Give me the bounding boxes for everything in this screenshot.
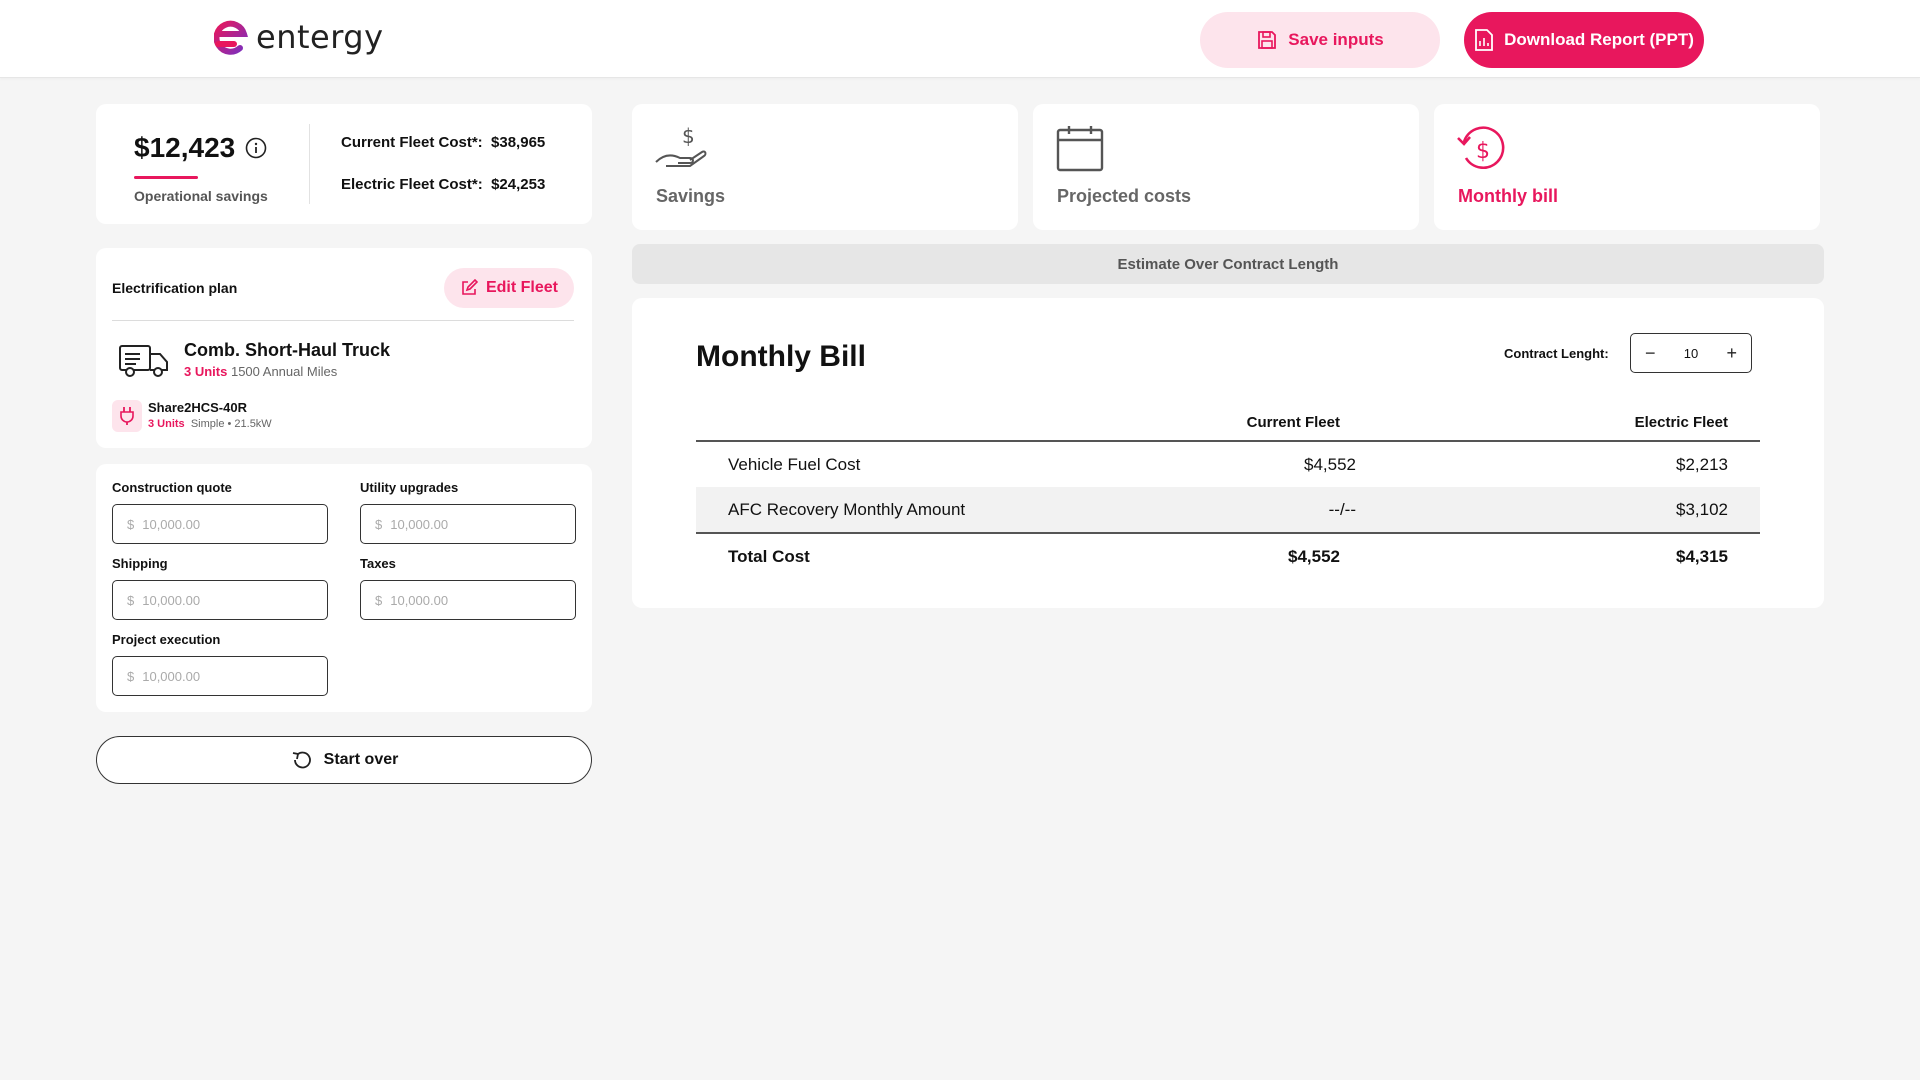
tab-projected-costs-label: Projected costs — [1057, 186, 1192, 206]
utility-upgrades-label: Utility upgrades — [360, 480, 459, 495]
download-report-label: Download Report (PPT) — [1504, 30, 1694, 49]
project-execution-placeholder: 10,000.00 — [142, 668, 201, 684]
tab-projected-costs[interactable]: Projected costs — [1033, 104, 1419, 230]
charger-name: Share2HCS-40R — [148, 400, 247, 415]
contract-length-label: Contract Lenght: — [1504, 346, 1609, 361]
taxes-input[interactable]: $ 10,000.00 — [360, 580, 576, 620]
currency-prefix: $ — [127, 516, 135, 532]
report-icon — [1475, 29, 1493, 51]
svg-text:$: $ — [1476, 139, 1490, 164]
table-total-row: Total Cost $4,552 $4,315 — [696, 534, 1760, 579]
currency-prefix: $ — [127, 592, 135, 608]
project-execution-label: Project execution — [112, 632, 221, 647]
savings-amount-value: $12,423 — [134, 132, 236, 163]
hand-dollar-icon: $ — [655, 124, 707, 167]
currency-prefix: $ — [127, 668, 135, 684]
vehicle-miles: 1500 Annual Miles — [230, 364, 338, 379]
top-header: entergy Save inputs Download Report (PPT… — [0, 0, 1920, 78]
vehicle-details: 3 Units 1500 Annual Miles — [184, 364, 337, 379]
shipping-label: Shipping — [112, 556, 168, 571]
tab-monthly-bill-label: Monthly bill — [1458, 186, 1558, 206]
savings-label: Operational savings — [134, 188, 268, 204]
construction-quote-input[interactable]: $ 10,000.00 — [112, 504, 328, 544]
download-report-button[interactable]: Download Report (PPT) — [1464, 12, 1704, 68]
increment-button[interactable]: + — [1726, 344, 1737, 362]
refresh-dollar-icon: $ — [1457, 126, 1505, 169]
row-name: AFC Recovery Monthly Amount — [728, 500, 966, 519]
vehicle-units: 3 Units — [184, 364, 228, 379]
edit-fleet-label: Edit Fleet — [485, 279, 558, 296]
electric-fleet-cost: Electric Fleet Cost*: $24,253 — [341, 176, 545, 193]
project-execution-input[interactable]: $ 10,000.00 — [112, 656, 328, 696]
column-header-electric-fleet: Electric Fleet — [1634, 414, 1728, 431]
cost-inputs-card: Construction quote $ 10,000.00 Utility u… — [96, 464, 592, 712]
current-fleet-cost-value: $38,965 — [491, 134, 546, 151]
current-fleet-cost-label: Current Fleet Cost*: — [341, 134, 483, 151]
construction-quote-label: Construction quote — [112, 480, 232, 495]
electrification-plan-card: Electrification plan Edit Fleet Comb. Sh… — [96, 248, 592, 448]
start-over-button[interactable]: Start over — [96, 736, 592, 784]
edit-fleet-button[interactable]: Edit Fleet — [444, 268, 574, 308]
save-icon — [1258, 31, 1277, 49]
truck-icon — [119, 345, 168, 377]
calendar-icon — [1056, 126, 1104, 172]
info-icon[interactable] — [245, 137, 267, 159]
shipping-input[interactable]: $ 10,000.00 — [112, 580, 328, 620]
charger-badge — [112, 400, 142, 432]
monthly-bill-card: Monthly Bill Contract Lenght: − 10 + Cur… — [632, 298, 1824, 608]
currency-prefix: $ — [375, 592, 383, 608]
estimate-label: Estimate Over Contract Length — [1117, 255, 1339, 273]
logo-text: entergy — [256, 18, 384, 56]
tab-savings[interactable]: $ Savings — [632, 104, 1018, 230]
tab-savings-label: Savings — [656, 186, 726, 206]
total-name: Total Cost — [728, 547, 810, 566]
utility-upgrades-input[interactable]: $ 10,000.00 — [360, 504, 576, 544]
plan-divider — [112, 320, 574, 321]
total-current-value: $4,552 — [1288, 547, 1340, 566]
plan-title: Electrification plan — [112, 280, 238, 296]
vehicle-name: Comb. Short-Haul Truck — [184, 340, 391, 360]
restart-icon — [292, 751, 311, 769]
plug-icon — [120, 407, 134, 425]
entergy-logo[interactable]: entergy — [214, 18, 384, 58]
summary-divider — [309, 124, 310, 204]
column-header-current-fleet: Current Fleet — [1246, 414, 1340, 431]
monthly-bill-title: Monthly Bill — [696, 340, 866, 373]
contract-length-value: 10 — [1683, 345, 1699, 361]
entergy-logo-icon — [214, 20, 248, 55]
table-row: Vehicle Fuel Cost $4,552 $2,213 — [696, 442, 1760, 487]
total-electric-value: $4,315 — [1676, 547, 1728, 566]
row-name: Vehicle Fuel Cost — [728, 455, 861, 474]
save-inputs-label: Save inputs — [1288, 30, 1384, 49]
save-inputs-button[interactable]: Save inputs — [1200, 12, 1440, 68]
row-current-value: --/-- — [1328, 500, 1356, 519]
charger-details: 3 Units Simple • 21.5kW — [148, 418, 272, 430]
row-electric-value: $2,213 — [1676, 455, 1728, 474]
electric-fleet-cost-label: Electric Fleet Cost*: — [341, 176, 483, 193]
estimate-contract-length-bar: Estimate Over Contract Length — [632, 244, 1824, 284]
electric-fleet-cost-value: $24,253 — [491, 176, 546, 193]
row-current-value: $4,552 — [1304, 455, 1356, 474]
charger-specs: Simple • 21.5kW — [190, 418, 272, 430]
savings-underline — [134, 176, 198, 179]
shipping-placeholder: 10,000.00 — [142, 592, 201, 608]
current-fleet-cost: Current Fleet Cost*: $38,965 — [341, 134, 545, 151]
utility-upgrades-placeholder: 10,000.00 — [390, 516, 449, 532]
start-over-label: Start over — [323, 751, 399, 768]
tab-monthly-bill[interactable]: $ Monthly bill — [1434, 104, 1820, 230]
svg-text:$: $ — [682, 124, 695, 148]
taxes-placeholder: 10,000.00 — [390, 592, 449, 608]
row-electric-value: $3,102 — [1676, 500, 1728, 519]
savings-summary-card: $12,423 Operational savings Current Flee… — [96, 104, 592, 224]
taxes-label: Taxes — [360, 556, 396, 571]
table-row: AFC Recovery Monthly Amount --/-- $3,102 — [696, 487, 1760, 532]
savings-amount: $12,423 — [134, 132, 267, 164]
construction-quote-placeholder: 10,000.00 — [142, 516, 201, 532]
currency-prefix: $ — [375, 516, 383, 532]
decrement-button[interactable]: − — [1645, 344, 1656, 362]
charger-units: 3 Units — [148, 418, 185, 430]
contract-length-stepper[interactable]: − 10 + — [1630, 333, 1752, 373]
edit-icon — [462, 279, 478, 295]
